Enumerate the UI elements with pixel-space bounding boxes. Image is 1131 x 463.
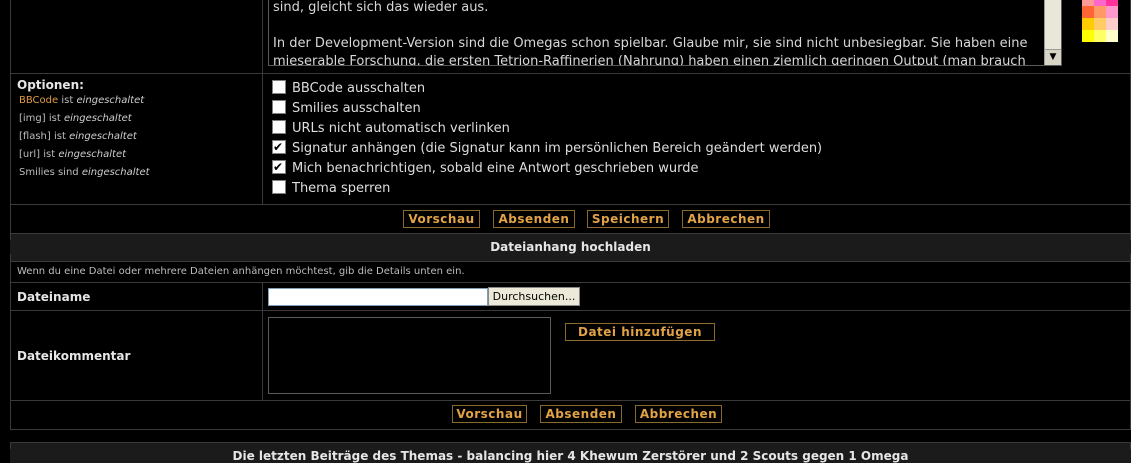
message-line-3: mieserable Forschung, die ersten Tetrion…	[273, 54, 1026, 66]
browse-button[interactable]: Durchsuchen...	[488, 287, 580, 306]
checkbox[interactable]	[272, 180, 286, 194]
message-line-2: In der Development-Version sind die Omeg…	[273, 36, 1028, 51]
option-notify[interactable]: Mich benachrichtigen, sobald eine Antwor…	[272, 158, 699, 178]
attachment-info: Wenn du eine Datei oder mehrere Dateien …	[17, 266, 465, 277]
option-no-autolink[interactable]: URLs nicht automatisch verlinken	[272, 120, 510, 138]
bbcode-status: BBCode ist eingeschaltet	[19, 95, 145, 106]
cancel-button[interactable]: Abbrechen	[682, 210, 770, 228]
save-button[interactable]: Speichern	[587, 210, 669, 228]
color-swatch[interactable]	[1082, 30, 1094, 42]
color-swatch[interactable]	[1094, 18, 1106, 30]
scroll-down-arrow-icon[interactable]: ▼	[1045, 49, 1061, 65]
message-scrollbar[interactable]: ▼	[1044, 0, 1061, 65]
filename-label: Dateiname	[17, 290, 91, 304]
options-title: Optionen:	[17, 78, 84, 92]
filename-row-divider	[262, 282, 263, 311]
preview-button-2[interactable]: Vorschau	[452, 405, 527, 423]
comment-textarea[interactable]	[268, 317, 551, 394]
cancel-button-2[interactable]: Abbrechen	[635, 405, 722, 423]
checkbox[interactable]	[272, 100, 286, 114]
message-row-divider	[262, 0, 263, 74]
add-file-button[interactable]: Datei hinzufügen	[565, 323, 715, 341]
color-swatch[interactable]	[1106, 18, 1118, 30]
color-swatch[interactable]	[1094, 6, 1106, 18]
option-lock-topic[interactable]: Thema sperren	[272, 180, 390, 198]
comment-label: Dateikommentar	[17, 349, 131, 363]
submit-button-2[interactable]: Absenden	[540, 405, 622, 423]
color-swatch[interactable]	[1106, 6, 1118, 18]
options-row	[10, 73, 1131, 205]
checkbox-checked[interactable]	[272, 138, 286, 156]
color-palette[interactable]	[1082, 0, 1131, 48]
attachment-header: Dateianhang hochladen	[10, 240, 1131, 254]
option-bbcode-off[interactable]: BBCode ausschalten	[272, 80, 425, 98]
option-attach-signature[interactable]: Signatur anhängen (die Signatur kann im …	[272, 138, 822, 158]
checkbox-checked[interactable]	[272, 158, 286, 176]
url-status: [url] ist eingeschaltet	[19, 149, 127, 160]
comment-row-divider	[262, 310, 263, 401]
flash-status: [flash] ist eingeschaltet	[19, 131, 137, 142]
recent-posts-header: Die letzten Beiträge des Themas - balanc…	[10, 449, 1131, 463]
smilies-status: Smilies sind eingeschaltet	[19, 167, 150, 178]
color-swatch[interactable]	[1082, 6, 1094, 18]
message-textarea[interactable]: sind, gleicht sich das wieder aus. In de…	[268, 0, 1062, 66]
message-line-1: sind, gleicht sich das wieder aus.	[273, 0, 489, 15]
color-swatch[interactable]	[1082, 18, 1094, 30]
filename-input[interactable]	[268, 288, 488, 306]
options-row-divider	[262, 73, 263, 205]
img-status: [img] ist eingeschaltet	[19, 113, 132, 124]
bbcode-link[interactable]: BBCode	[19, 95, 58, 106]
options-status-list: BBCode ist eingeschaltet [img] ist einge…	[19, 92, 150, 182]
color-swatch[interactable]	[1106, 30, 1118, 42]
preview-button[interactable]: Vorschau	[403, 210, 480, 228]
color-swatch[interactable]	[1094, 30, 1106, 42]
checkbox[interactable]	[272, 120, 286, 134]
submit-button[interactable]: Absenden	[493, 210, 575, 228]
option-smilies-off[interactable]: Smilies ausschalten	[272, 100, 421, 118]
checkbox[interactable]	[272, 80, 286, 94]
